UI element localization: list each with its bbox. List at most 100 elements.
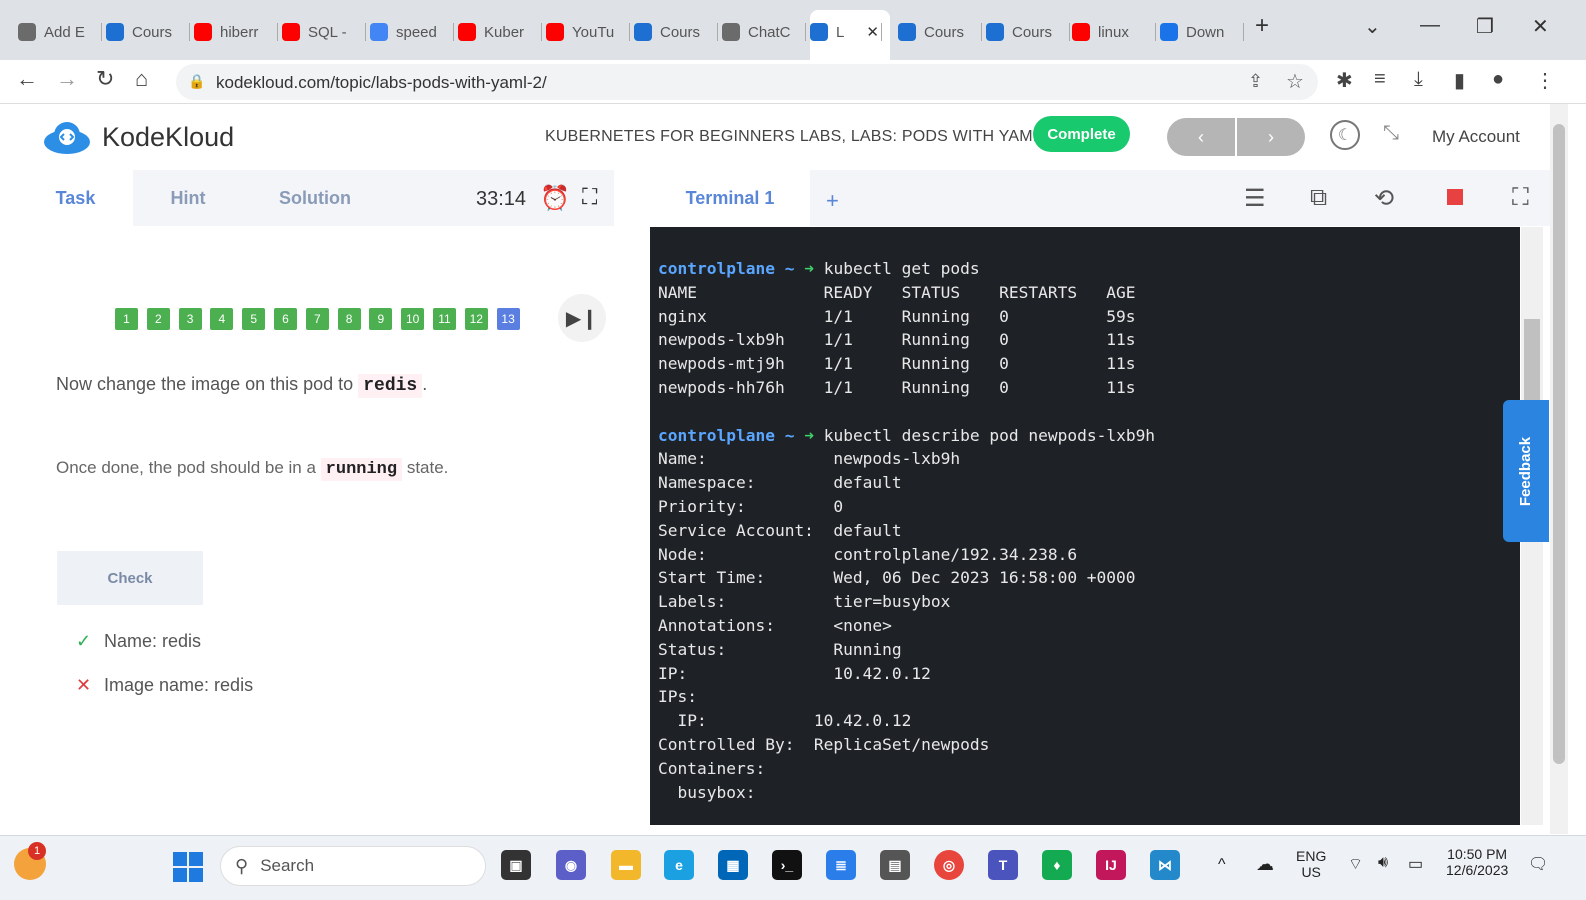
browser-tab[interactable]: linux [1072, 17, 1156, 47]
chrome-icon[interactable]: ◎ [934, 850, 964, 880]
page-scroll-thumb[interactable] [1553, 124, 1565, 764]
weather-widget-icon[interactable]: 1 [14, 842, 46, 880]
reading-list-icon[interactable]: ≡ [1374, 68, 1386, 91]
profile-avatar-icon[interactable]: ● [1492, 68, 1504, 91]
extensions-icon[interactable]: ✱ [1336, 68, 1353, 93]
teams-icon[interactable]: T [988, 850, 1018, 880]
file-explorer-icon[interactable]: ▬ [611, 850, 641, 880]
question-number[interactable]: 5 [242, 308, 266, 330]
question-number[interactable]: 8 [337, 308, 361, 330]
tab-task[interactable]: Task [18, 170, 133, 226]
browser-tab[interactable]: Cours [634, 17, 718, 47]
question-number[interactable]: 7 [305, 308, 329, 330]
home-icon[interactable]: ⌂ [135, 66, 148, 92]
question-number[interactable]: 13 [496, 308, 520, 330]
page-scrollbar[interactable] [1550, 104, 1568, 834]
tray-chevron-icon[interactable]: ^ [1218, 856, 1226, 874]
new-tab-button[interactable]: + [1255, 12, 1269, 40]
tab-search-icon[interactable]: ⌄ [1364, 14, 1381, 39]
kodekloud-logo[interactable]: KodeKloud [42, 118, 234, 156]
next-lesson-button[interactable]: › [1237, 118, 1305, 156]
browser-tab[interactable]: SQL - [282, 17, 366, 47]
collapse-icon[interactable]: ⤡ [1383, 122, 1399, 145]
wifi-icon[interactable]: ⌔ [1348, 854, 1363, 874]
question-number[interactable]: 11 [433, 308, 456, 330]
question-number[interactable]: 10 [401, 308, 425, 330]
edge-icon[interactable]: e [664, 850, 694, 880]
onedrive-icon[interactable]: ☁ [1256, 854, 1274, 875]
close-tab-icon[interactable]: ✕ [866, 23, 879, 41]
restore-icon[interactable]: ❐ [1476, 14, 1494, 39]
taskbar-search-input[interactable]: ⚲ Search [220, 846, 486, 886]
store-icon[interactable]: ▦ [718, 850, 748, 880]
browser-tab[interactable]: Down [1160, 17, 1244, 47]
windows-start-icon[interactable] [173, 852, 203, 882]
vscode-icon[interactable]: ⋈ [1150, 850, 1180, 880]
browser-tab[interactable]: Cours [898, 17, 982, 47]
calculator-icon[interactable]: ▤ [880, 850, 910, 880]
notifications-icon[interactable]: 🗨 [1528, 854, 1548, 874]
browser-tab[interactable]: Kuber [458, 17, 542, 47]
task-view-icon[interactable]: ▣ [501, 850, 531, 880]
side-panel-icon[interactable]: ▮ [1454, 68, 1465, 93]
question-number[interactable]: 12 [464, 308, 488, 330]
stop-icon[interactable] [1447, 189, 1463, 205]
chatgpt-icon [18, 23, 36, 41]
share-icon[interactable]: ⇪ [1248, 71, 1263, 92]
intellij-icon[interactable]: IJ [1096, 850, 1126, 880]
feedback-button[interactable]: Feedback [1503, 400, 1549, 542]
add-terminal-button[interactable]: + [826, 188, 839, 214]
question-number[interactable]: 6 [274, 308, 297, 330]
dark-mode-icon[interactable]: ☾ [1330, 120, 1360, 150]
question-number[interactable]: 4 [210, 308, 234, 330]
reload-icon[interactable]: ↻ [96, 66, 114, 92]
open-external-icon[interactable]: ⧉ [1310, 184, 1327, 212]
forward-icon[interactable]: → [56, 66, 78, 92]
tab-terminal-1[interactable]: Terminal 1 [650, 170, 810, 226]
mongodb-icon[interactable]: ♦ [1042, 850, 1072, 880]
close-window-icon[interactable]: ✕ [1532, 14, 1549, 39]
minimize-icon[interactable]: — [1420, 14, 1440, 37]
browser-tab[interactable]: L ✕ [810, 17, 882, 47]
browser-tab[interactable]: Add E [18, 17, 102, 47]
tab-hint[interactable]: Hint [133, 170, 243, 226]
browser-tab[interactable]: ChatC [722, 17, 806, 47]
history-icon[interactable]: ⟲ [1374, 184, 1394, 213]
check-button[interactable]: Check [57, 551, 203, 605]
browser-tab[interactable]: Cours [106, 17, 190, 47]
url-field[interactable]: 🔒 kodekloud.com/topic/labs-pods-with-yam… [176, 64, 1318, 100]
download-icon[interactable]: ⤓ [1414, 68, 1423, 91]
skip-to-end-button[interactable]: ▶❙ [558, 294, 606, 342]
question-number[interactable]: 1 [115, 308, 138, 330]
menu-icon[interactable]: ☰ [1244, 184, 1266, 213]
check-mark-icon: ✓ [76, 631, 92, 651]
menu-kebab-icon[interactable]: ⋮ [1535, 68, 1555, 93]
bookmark-star-icon[interactable]: ☆ [1286, 69, 1304, 94]
browser-tab[interactable]: YouTu [546, 17, 630, 47]
question-number[interactable]: 3 [178, 308, 202, 330]
question-number[interactable]: 2 [146, 308, 170, 330]
clock[interactable]: 10:50 PM 12/6/2023 [1446, 846, 1508, 878]
browser-tab-label: speed [396, 23, 437, 41]
volume-icon[interactable]: 🔊︎ [1378, 854, 1388, 872]
language-indicator[interactable]: ENG US [1296, 848, 1326, 880]
back-icon[interactable]: ← [16, 66, 38, 92]
browser-tab-label: Cours [132, 23, 173, 41]
fullscreen-icon[interactable]: ⛶ [582, 184, 597, 210]
browser-tab[interactable]: Cours [986, 17, 1070, 47]
teams-chat-icon[interactable]: ◉ [556, 850, 586, 880]
complete-button[interactable]: Complete [1033, 116, 1130, 152]
tab-solution[interactable]: Solution [250, 170, 380, 226]
previous-lesson-button[interactable]: ‹ [1167, 118, 1235, 156]
question-number[interactable]: 9 [369, 308, 393, 330]
browser-tab[interactable]: speed [370, 17, 454, 47]
terminal-output[interactable]: controlplane ~ ➜ kubectl get pods NAME RE… [650, 227, 1520, 825]
terminal-fullscreen-icon[interactable]: ⛶ [1512, 184, 1529, 212]
browser-tab[interactable]: hiberr [194, 17, 278, 47]
terminal-app-icon[interactable]: ›_ [772, 850, 802, 880]
my-account-link[interactable]: My Account [1432, 127, 1520, 147]
alarm-clock-icon[interactable]: ⏰ [540, 184, 570, 213]
battery-icon[interactable]: ▭ [1408, 854, 1423, 874]
terminal-scroll-thumb[interactable] [1524, 319, 1540, 409]
notepad-icon[interactable]: ≣ [826, 850, 856, 880]
